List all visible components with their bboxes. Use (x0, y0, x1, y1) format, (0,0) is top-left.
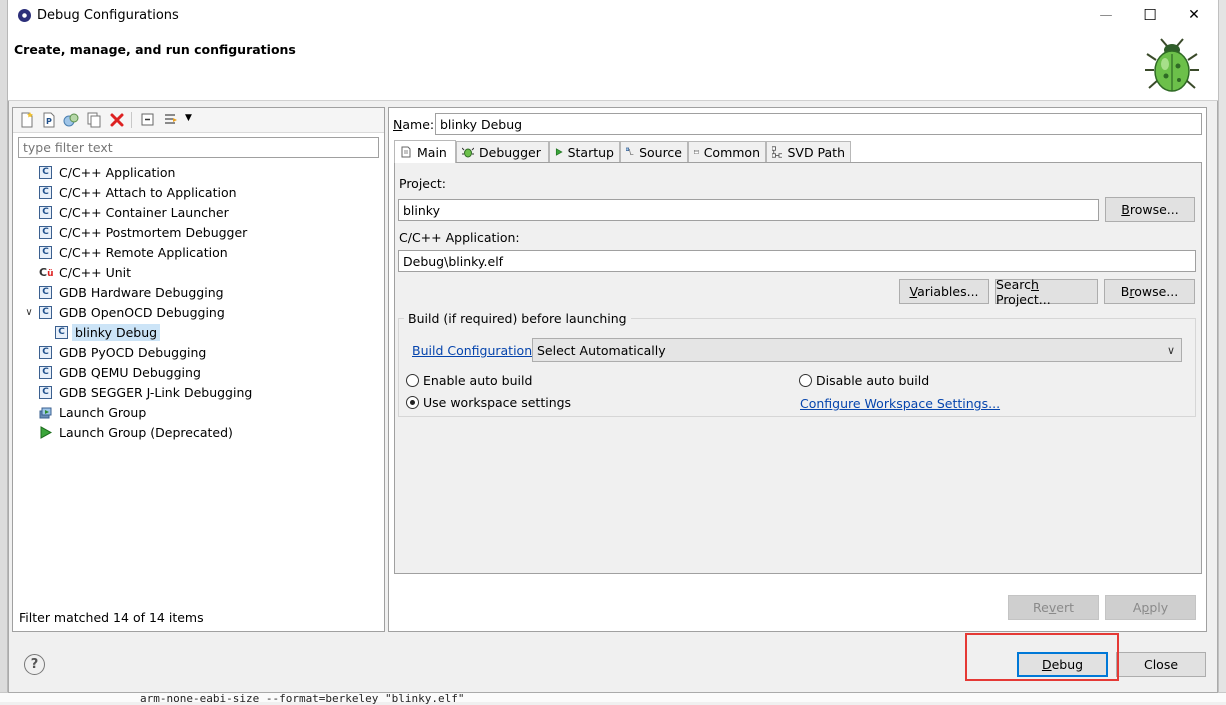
c-config-icon: C (39, 345, 52, 359)
tree-item-cpp-unit[interactable]: Cü C/C++ Unit (39, 262, 131, 282)
c-config-icon: C (39, 165, 52, 179)
tree-item-cpp-container[interactable]: C C/C++ Container Launcher (39, 202, 229, 222)
common-tab-icon (694, 150, 699, 154)
config-tabs: Main Debugger Startup Source Common SVD … (394, 140, 1202, 163)
tree-item-cpp-application[interactable]: C C/C++ Application (39, 162, 175, 182)
tree-item-blinky-debug[interactable]: C blinky Debug (55, 322, 161, 342)
chevron-down-icon: ∨ (1166, 344, 1175, 357)
new-prototype-icon[interactable]: P (41, 112, 57, 128)
close-window-button[interactable]: ✕ (1172, 0, 1216, 30)
title-bar (8, 0, 1218, 31)
highlight-box (965, 633, 1119, 681)
delete-icon[interactable] (109, 112, 125, 128)
c-config-icon: C (39, 185, 52, 199)
variables-button[interactable]: Variables... (899, 279, 989, 304)
collapse-all-icon[interactable] (140, 112, 156, 128)
tree-item-cpp-postmortem[interactable]: C C/C++ Postmortem Debugger (39, 222, 247, 242)
cunit-icon: Cü (39, 265, 54, 279)
c-config-icon: C (39, 245, 52, 259)
svg-text:P: P (46, 117, 52, 126)
eclipse-icon (18, 9, 31, 22)
search-project-button[interactable]: Search Project... (995, 277, 1098, 307)
c-config-icon: C (55, 325, 68, 339)
apply-button[interactable]: Apply (1105, 595, 1196, 620)
tree-item-gdb-segger[interactable]: C GDB SEGGER J-Link Debugging (39, 382, 252, 402)
revert-button[interactable]: Revert (1008, 595, 1099, 620)
chevron-down-icon[interactable]: ▼ (185, 113, 192, 123)
toolbar-separator (131, 112, 132, 128)
c-config-icon: C (39, 285, 52, 299)
filter-status: Filter matched 14 of 14 items (19, 610, 204, 625)
svd-tab-icon (772, 146, 783, 158)
tab-startup[interactable]: Startup (549, 141, 620, 162)
tab-svd-path[interactable]: SVD Path (766, 141, 851, 162)
tree-item-cpp-attach[interactable]: C C/C++ Attach to Application (39, 182, 237, 202)
tree-item-gdb-hardware[interactable]: C GDB Hardware Debugging (39, 282, 224, 302)
export-configuration-icon[interactable] (63, 112, 79, 128)
c-config-icon: C (39, 225, 52, 239)
project-label: Project: (399, 176, 446, 191)
tab-common[interactable]: Common (688, 141, 766, 162)
disable-auto-build-radio[interactable]: Disable auto build (799, 373, 929, 388)
name-label: Name: (393, 117, 435, 132)
minimize-button[interactable]: — (1084, 0, 1128, 30)
source-tab-icon (626, 147, 634, 156)
tree-item-gdb-openocd[interactable]: ∨ C GDB OpenOCD Debugging (23, 302, 224, 322)
new-configuration-icon[interactable] (19, 112, 35, 128)
tab-debugger[interactable]: Debugger (456, 141, 549, 162)
enable-auto-build-radio[interactable]: Enable auto build (406, 373, 532, 388)
tree-item-launch-group-deprecated[interactable]: Launch Group (Deprecated) (39, 422, 233, 442)
tab-main[interactable]: Main (394, 140, 456, 163)
project-browse-button[interactable]: Browse... (1105, 197, 1195, 222)
project-input[interactable] (398, 199, 1099, 221)
background-console-text: arm-none-eabi-size --format=berkeley "bl… (140, 692, 465, 705)
background-window-right (1218, 0, 1226, 702)
tab-source[interactable]: Source (620, 141, 688, 162)
c-config-icon: C (39, 305, 52, 319)
tree-item-launch-group[interactable]: Launch Group (39, 402, 146, 422)
maximize-button[interactable]: ☐ (1128, 0, 1172, 30)
c-config-icon: C (39, 385, 52, 399)
tree-item-gdb-qemu[interactable]: C GDB QEMU Debugging (39, 362, 201, 382)
name-input[interactable] (435, 113, 1202, 135)
c-config-icon: C (39, 205, 52, 219)
chevron-down-icon[interactable]: ∨ (23, 307, 35, 318)
build-configuration-select[interactable]: Select Automatically ∨ (532, 338, 1182, 362)
help-icon[interactable]: ? (24, 654, 45, 675)
application-input[interactable] (398, 250, 1196, 272)
filter-configurations-icon[interactable] (163, 112, 179, 128)
filter-input[interactable] (18, 137, 379, 158)
close-button[interactable]: Close (1116, 652, 1206, 677)
debug-bug-icon (1145, 38, 1199, 92)
build-configuration-link[interactable]: Build Configuration: (412, 343, 536, 358)
window-title: Debug Configurations (37, 8, 179, 23)
background-window-left (0, 0, 8, 702)
run-arrow-icon (40, 425, 52, 439)
launch-group-icon (39, 407, 52, 418)
use-workspace-settings-radio[interactable]: Use workspace settings (406, 395, 571, 410)
build-group-title: Build (if required) before launching (404, 311, 631, 326)
debugger-tab-icon (462, 147, 474, 158)
startup-run-icon (555, 148, 563, 156)
application-label: C/C++ Application: (399, 230, 520, 245)
main-tab-icon (401, 146, 411, 158)
application-browse-button[interactable]: Browse... (1104, 279, 1195, 304)
configure-workspace-link[interactable]: Configure Workspace Settings... (800, 396, 1000, 411)
banner-title: Create, manage, and run configurations (14, 42, 296, 57)
duplicate-icon[interactable] (86, 112, 102, 128)
c-config-icon: C (39, 365, 52, 379)
tree-item-cpp-remote[interactable]: C C/C++ Remote Application (39, 242, 228, 262)
tree-item-gdb-pyocd[interactable]: C GDB PyOCD Debugging (39, 342, 206, 362)
